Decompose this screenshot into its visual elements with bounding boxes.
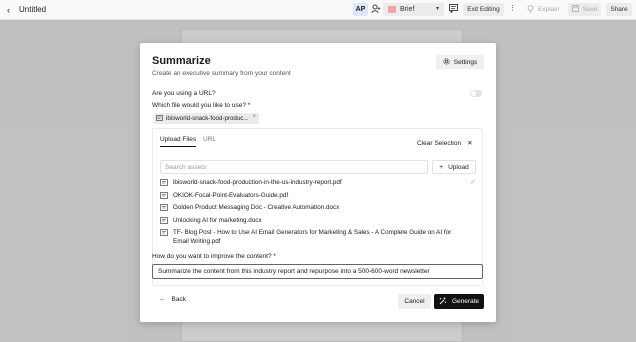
file-icon — [160, 204, 169, 215]
improve-question-label: How do you want to improve the content? … — [152, 253, 276, 260]
back-label: Back — [171, 296, 186, 303]
explain-label: Explain — [538, 6, 560, 13]
file-icon — [160, 216, 169, 228]
settings-label: Settings — [453, 58, 478, 66]
file-icon — [160, 179, 169, 190]
file-name: Golden Product Messaging Doc - Creative … — [173, 204, 340, 211]
file-name: Unlocking AI for marketing.docx — [173, 216, 262, 224]
list-item[interactable]: Golden Product Messaging Doc - Creative … — [160, 204, 478, 215]
list-item[interactable]: Unlocking AI for marketing.docx — [160, 217, 478, 228]
close-icon: ✕ — [467, 140, 473, 147]
file-picker-panel: Upload Files URL Clear Selection ✕ Searc… — [152, 128, 483, 286]
cancel-button[interactable]: Cancel — [398, 294, 431, 309]
upload-button[interactable]: + Upload — [432, 160, 476, 174]
share-button[interactable]: Share — [606, 3, 632, 16]
explain-button[interactable]: Explain — [524, 3, 562, 16]
sparkle-icon — [439, 297, 447, 307]
list-item[interactable]: OKIOK-Focal-Point-Evaluators-Guide.pdf — [160, 192, 478, 203]
save-button[interactable]: Save — [568, 3, 601, 16]
summarize-dialog: Summarize Create an executive summary fr… — [140, 43, 496, 322]
person-add-icon[interactable] — [371, 4, 381, 15]
file-icon — [160, 191, 169, 203]
save-label: Save — [582, 6, 598, 13]
generate-button[interactable]: Generate — [434, 294, 484, 309]
chevron-left-icon[interactable]: ‹ — [7, 5, 10, 15]
check-icon: ✓ — [470, 179, 476, 186]
gear-icon — [443, 57, 450, 67]
url-toggle[interactable] — [470, 90, 482, 97]
upload-label: Upload — [448, 163, 469, 171]
close-icon[interactable]: × — [252, 114, 256, 120]
clear-selection-button[interactable]: Clear Selection ✕ — [417, 139, 473, 148]
tab-upload-files[interactable]: Upload Files — [160, 136, 197, 147]
tone-label: Brief — [400, 6, 415, 13]
exit-editing-button[interactable]: Exit Editing — [463, 3, 504, 16]
file-list: ibisworld-snack-food-production-in-the-u… — [160, 179, 478, 248]
file-name: OKIOK-Focal-Point-Evaluators-Guide.pdf — [173, 191, 289, 199]
search-assets-input[interactable]: Search assets — [160, 160, 428, 174]
clear-selection-label: Clear Selection — [417, 139, 462, 147]
file-icon — [160, 229, 169, 240]
dialog-subtitle: Create an executive summary from your co… — [152, 70, 291, 77]
lightbulb-icon — [527, 4, 534, 15]
document-title[interactable]: Untitled — [19, 4, 46, 15]
selected-file-chip[interactable]: ibisworld-snack-food-produc... × — [153, 113, 259, 124]
tone-select[interactable]: Brief ▾ — [383, 3, 444, 16]
improve-prompt-input[interactable]: Summarize the content from this industry… — [152, 264, 483, 279]
save-icon — [571, 5, 579, 14]
ap-avatar-button[interactable]: AP — [353, 3, 368, 16]
file-icon — [156, 114, 163, 123]
chevron-down-icon: ▾ — [435, 6, 439, 12]
url-question-label: Are you using a URL? — [152, 90, 216, 97]
settings-button[interactable]: Settings — [436, 55, 484, 69]
file-name: ibisworld-snack-food-production-in-the-u… — [173, 179, 342, 186]
file-name: TF- Blog Post - How to Use AI Email Gene… — [173, 229, 452, 245]
top-toolbar: ‹ Untitled AP Brief ▾ Exit Editing ⋮ Exp… — [0, 0, 636, 20]
more-vertical-icon[interactable]: ⋮ — [509, 4, 516, 12]
list-item[interactable]: ibisworld-snack-food-production-in-the-u… — [160, 179, 478, 190]
tone-color-swatch — [388, 6, 396, 13]
generate-label: Generate — [451, 298, 480, 305]
comment-icon[interactable] — [449, 4, 458, 15]
tab-url[interactable]: URL — [203, 136, 216, 143]
dialog-title: Summarize — [152, 55, 211, 67]
file-question-label: Which file would you like to use? * — [152, 102, 251, 109]
list-item[interactable]: TF- Blog Post - How to Use AI Email Gene… — [160, 229, 478, 246]
arrow-left-icon: ← — [159, 296, 166, 303]
back-button[interactable]: ← Back — [159, 296, 186, 303]
plus-icon: + — [439, 163, 444, 171]
selected-file-name: ibisworld-snack-food-produc... — [166, 115, 249, 122]
